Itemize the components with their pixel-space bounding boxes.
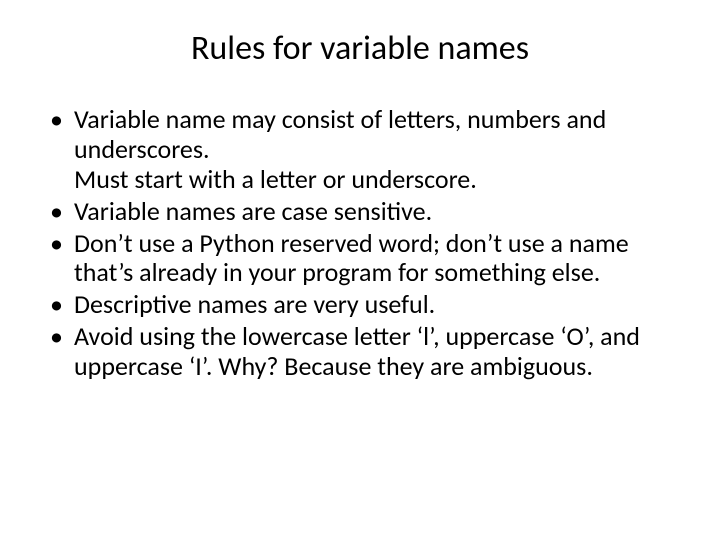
bullet-text: Don’t use a Python reserved word; don’t …	[74, 229, 676, 289]
bullet-text: Must start with a letter or underscore.	[74, 165, 676, 195]
bullet-list: Variable name may consist of letters, nu…	[36, 105, 684, 382]
list-item: Avoid using the lowercase letter ‘l’, up…	[44, 322, 676, 382]
list-item: Don’t use a Python reserved word; don’t …	[44, 229, 676, 289]
bullet-text: Variable name may consist of letters, nu…	[74, 105, 676, 165]
bullet-text: Avoid using the lowercase letter ‘l’, up…	[74, 322, 676, 382]
bullet-text: Descriptive names are very useful.	[74, 290, 676, 320]
list-item: Variable name may consist of letters, nu…	[44, 105, 676, 195]
slide-title: Rules for variable names	[36, 28, 684, 69]
list-item: Descriptive names are very useful.	[44, 290, 676, 320]
slide: Rules for variable names Variable name m…	[0, 0, 720, 540]
bullet-text: Variable names are case sensitive.	[74, 197, 676, 227]
list-item: Variable names are case sensitive.	[44, 197, 676, 227]
